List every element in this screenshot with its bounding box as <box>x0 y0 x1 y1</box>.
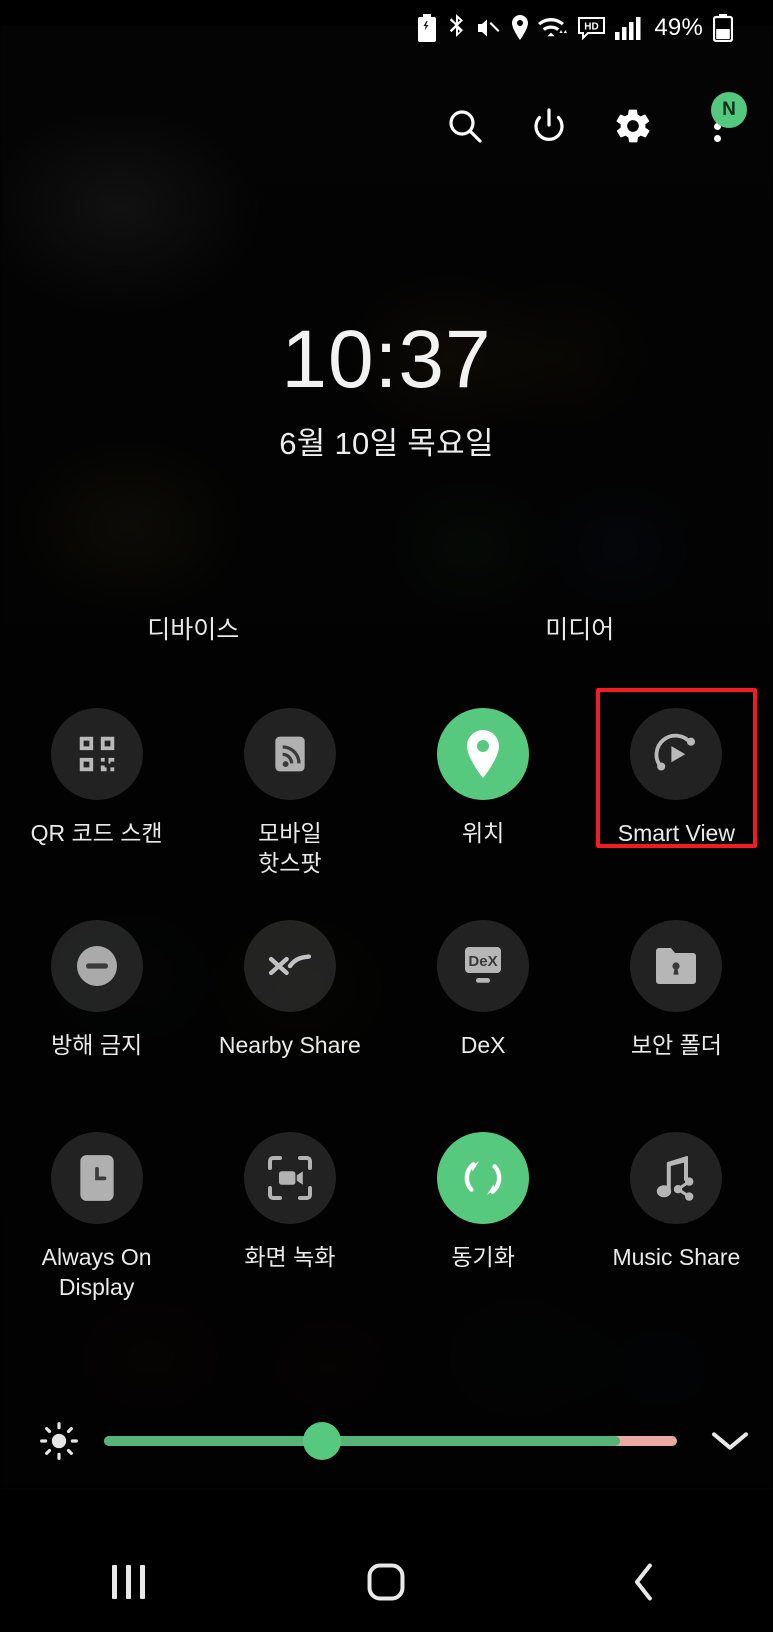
location-pin-icon <box>462 730 504 778</box>
tile-label: Music Share <box>612 1244 741 1270</box>
navigation-bar <box>0 1532 773 1632</box>
do-not-disturb-icon <box>73 942 121 990</box>
svg-text:DeX: DeX <box>469 953 498 970</box>
tile-label: 위치 <box>461 820 505 846</box>
tile-icon-wrap <box>50 920 143 1012</box>
tile-secure-folder[interactable]: 보안 폴더 <box>580 912 773 1124</box>
tile-always-on-display[interactable]: Always On Display <box>0 1124 193 1336</box>
screen-recorder-icon <box>266 1154 314 1202</box>
tile-label: DeX <box>460 1032 506 1058</box>
gear-icon <box>613 106 653 146</box>
phone-screen: HD 49% N 10:37 6월 10일 목요일 디바이스 미디어 QR 코드… <box>0 0 773 1632</box>
mobile-hotspot-icon <box>268 732 312 776</box>
home-button[interactable] <box>326 1532 446 1632</box>
tile-icon-wrap <box>243 1132 336 1224</box>
svg-text:HD: HD <box>585 22 599 33</box>
tile-screen-recorder[interactable]: 화면 녹화 <box>193 1124 386 1336</box>
wifi-icon <box>538 15 568 41</box>
tile-icon-wrap <box>50 1132 143 1224</box>
clock-time: 10:37 <box>281 314 492 405</box>
section-label-media[interactable]: 미디어 <box>387 610 773 646</box>
tile-mobile-hotspot[interactable]: 모바일 핫스팟 <box>193 700 386 912</box>
tile-label: 모바일 핫스팟 <box>258 820 322 876</box>
mute-icon <box>476 16 502 40</box>
back-button[interactable] <box>584 1532 704 1632</box>
brightness-button[interactable] <box>24 1421 94 1461</box>
dex-icon: DeX <box>459 944 507 988</box>
panel-section-headers: 디바이스 미디어 <box>0 610 773 646</box>
location-icon <box>511 15 529 41</box>
tile-label: Nearby Share <box>218 1032 361 1058</box>
clock-date: 6월 10일 목요일 <box>279 426 494 461</box>
search-icon <box>445 106 485 146</box>
back-icon <box>627 1562 661 1602</box>
tile-label: 보안 폴더 <box>630 1032 722 1058</box>
hd-call-icon: HD <box>577 16 606 40</box>
qr-code-icon <box>74 731 120 777</box>
notification-badge: N <box>711 92 747 128</box>
tile-row: 방해 금지 Nearby Share DeX DeX 보안 폴더 <box>0 912 773 1124</box>
tile-smart-view[interactable]: Smart View <box>580 688 773 912</box>
settings-button[interactable] <box>611 104 655 148</box>
expand-panel-button[interactable] <box>687 1427 773 1455</box>
recents-icon <box>112 1565 146 1599</box>
section-label-devices[interactable]: 디바이스 <box>0 610 387 646</box>
tile-icon-wrap <box>437 708 530 800</box>
tile-label: Smart View <box>617 820 735 846</box>
brightness-slider[interactable] <box>104 1422 677 1460</box>
tile-icon-wrap <box>243 920 336 1012</box>
tile-label: QR 코드 스캔 <box>30 820 163 846</box>
chevron-down-icon <box>710 1427 750 1455</box>
tile-do-not-disturb[interactable]: 방해 금지 <box>0 912 193 1124</box>
tile-label: Always On Display <box>41 1244 152 1300</box>
tile-nearby-share[interactable]: Nearby Share <box>193 912 386 1124</box>
tile-row: QR 코드 스캔 모바일 핫스팟 위치 Smart View <box>0 688 773 912</box>
always-on-display-icon <box>77 1153 117 1203</box>
sync-icon <box>459 1154 507 1202</box>
tile-icon-wrap <box>630 1132 723 1224</box>
brightness-slider-fill <box>104 1436 620 1446</box>
quick-settings-grid: QR 코드 스캔 모바일 핫스팟 위치 Smart View 방해 금지 Nea… <box>0 688 773 1336</box>
tile-label: 방해 금지 <box>51 1032 143 1058</box>
recents-button[interactable] <box>69 1532 189 1632</box>
power-button[interactable] <box>527 104 571 148</box>
status-bar: HD 49% <box>0 0 773 56</box>
smart-view-icon <box>651 729 701 779</box>
home-icon <box>366 1562 406 1602</box>
battery-saver-icon <box>416 14 438 42</box>
tile-icon-wrap <box>437 1132 530 1224</box>
tile-row: Always On Display 화면 녹화 동기화 Music Share <box>0 1124 773 1336</box>
music-share-icon <box>653 1154 699 1202</box>
quick-panel-header: N <box>443 92 747 148</box>
battery-icon <box>713 14 733 42</box>
search-button[interactable] <box>443 104 487 148</box>
tile-dex[interactable]: DeX DeX <box>387 912 580 1124</box>
signal-bars-icon <box>615 16 642 40</box>
tile-qr-code-scan[interactable]: QR 코드 스캔 <box>0 700 193 912</box>
brightness-bar <box>0 1406 773 1476</box>
brightness-slider-thumb[interactable] <box>302 1422 341 1460</box>
lockscreen-clock-area: 10:37 6월 10일 목요일 <box>0 318 773 463</box>
bluetooth-icon <box>447 14 467 42</box>
nearby-share-icon <box>266 946 314 986</box>
tile-icon-wrap: DeX <box>437 920 530 1012</box>
tile-icon-wrap <box>50 708 143 800</box>
tile-label: 동기화 <box>451 1244 515 1270</box>
tile-label: 화면 녹화 <box>244 1244 336 1270</box>
more-options-button[interactable]: N <box>695 92 747 148</box>
battery-percentage: 49% <box>654 14 703 41</box>
tile-music-share[interactable]: Music Share <box>580 1124 773 1336</box>
secure-folder-icon <box>652 944 700 988</box>
tile-icon-wrap <box>630 708 723 800</box>
brightness-icon <box>39 1421 79 1461</box>
tile-icon-wrap <box>630 920 723 1012</box>
power-icon <box>529 106 569 146</box>
tile-icon-wrap <box>243 708 336 800</box>
tile-sync[interactable]: 동기화 <box>387 1124 580 1336</box>
tile-location[interactable]: 위치 <box>387 700 580 912</box>
